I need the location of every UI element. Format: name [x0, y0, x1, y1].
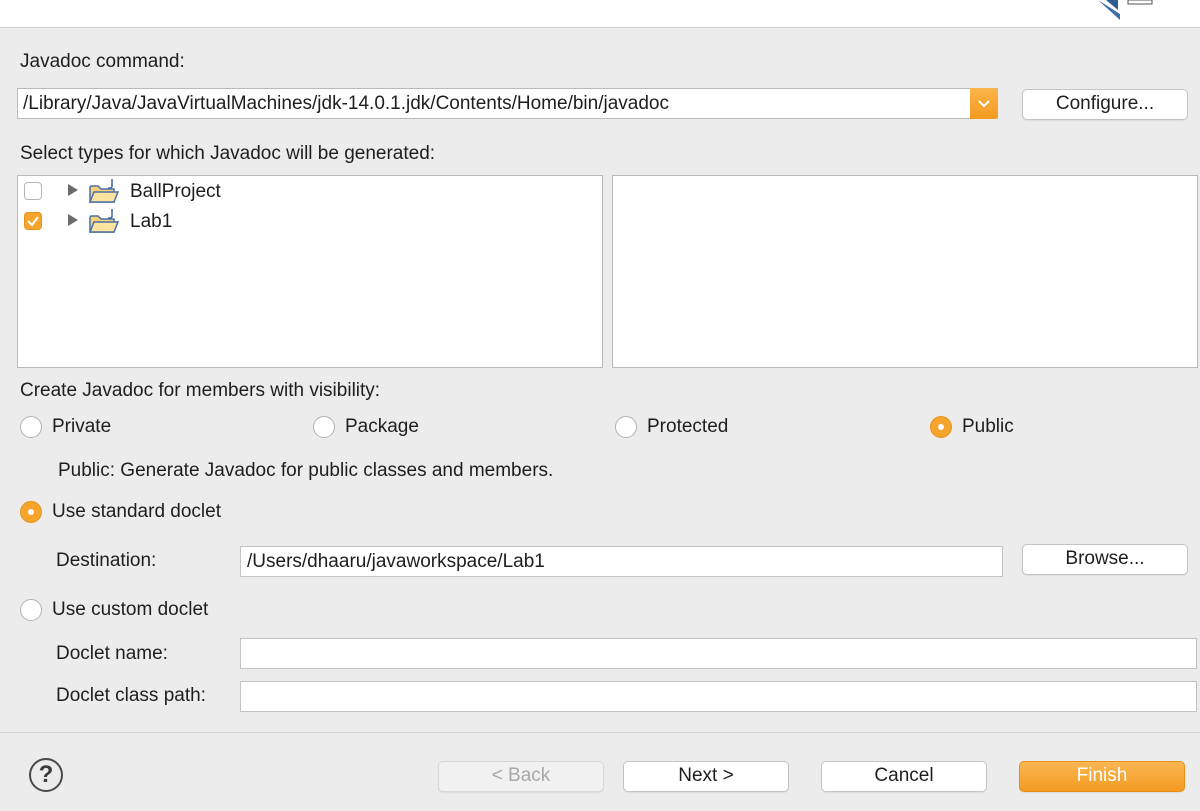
project-tree[interactable]: BallProject Lab1: [17, 175, 603, 368]
chevron-down-icon: [978, 100, 990, 108]
wizard-banner: [0, 0, 1200, 28]
visibility-package-radio[interactable]: [313, 416, 335, 438]
doclet-class-path-input[interactable]: [240, 681, 1197, 712]
standard-doclet-label: Use standard doclet: [52, 501, 221, 522]
visibility-description: Public: Generate Javadoc for public clas…: [58, 460, 554, 481]
destination-value: /Users/dhaaru/javaworkspace/Lab1: [247, 551, 545, 572]
destination-input[interactable]: /Users/dhaaru/javaworkspace/Lab1: [240, 546, 1003, 577]
visibility-private-radio[interactable]: [20, 416, 42, 438]
type-members-list[interactable]: [612, 175, 1198, 368]
expand-triangle-icon[interactable]: [66, 212, 80, 228]
lab1-label: Lab1: [130, 211, 173, 232]
tree-item-lab1[interactable]: Lab1: [18, 208, 598, 236]
visibility-public-radio[interactable]: [930, 416, 952, 438]
tree-item-ballproject[interactable]: BallProject: [18, 178, 598, 206]
ballproject-label: BallProject: [130, 181, 221, 202]
wizard-banner-icon: [1090, 0, 1153, 27]
next-button[interactable]: Next >: [623, 761, 789, 792]
destination-label: Destination:: [56, 550, 157, 571]
browse-button[interactable]: Browse...: [1022, 544, 1188, 575]
doclet-name-input[interactable]: [240, 638, 1197, 669]
custom-doclet-radio[interactable]: [20, 599, 42, 621]
help-icon[interactable]: ?: [29, 758, 63, 792]
checkmark-icon: [27, 216, 39, 227]
footer-divider: [0, 732, 1200, 733]
visibility-label: Create Javadoc for members with visibili…: [20, 380, 381, 401]
lab1-checkbox[interactable]: [24, 212, 42, 230]
configure-button[interactable]: Configure...: [1022, 89, 1188, 120]
cancel-button[interactable]: Cancel: [821, 761, 987, 792]
visibility-private-label: Private: [52, 416, 112, 437]
project-folder-icon: [88, 179, 120, 203]
project-folder-icon: [88, 209, 120, 233]
javadoc-command-label: Javadoc command:: [20, 51, 185, 72]
back-button[interactable]: < Back: [438, 761, 604, 792]
javadoc-command-combo[interactable]: /Library/Java/JavaVirtualMachines/jdk-14…: [17, 88, 998, 119]
select-types-label: Select types for which Javadoc will be g…: [20, 143, 436, 164]
finish-button[interactable]: Finish: [1019, 761, 1185, 792]
visibility-protected-label: Protected: [647, 416, 729, 437]
doclet-class-path-label: Doclet class path:: [56, 685, 206, 706]
visibility-protected-radio[interactable]: [615, 416, 637, 438]
standard-doclet-radio[interactable]: [20, 501, 42, 523]
visibility-public-label: Public: [962, 416, 1014, 437]
custom-doclet-label: Use custom doclet: [52, 599, 209, 620]
doclet-name-label: Doclet name:: [56, 643, 168, 664]
ballproject-checkbox[interactable]: [24, 182, 42, 200]
expand-triangle-icon[interactable]: [66, 182, 80, 198]
javadoc-command-dropdown-button[interactable]: [970, 88, 998, 119]
javadoc-command-value: /Library/Java/JavaVirtualMachines/jdk-14…: [23, 93, 669, 114]
visibility-package-label: Package: [345, 416, 419, 437]
